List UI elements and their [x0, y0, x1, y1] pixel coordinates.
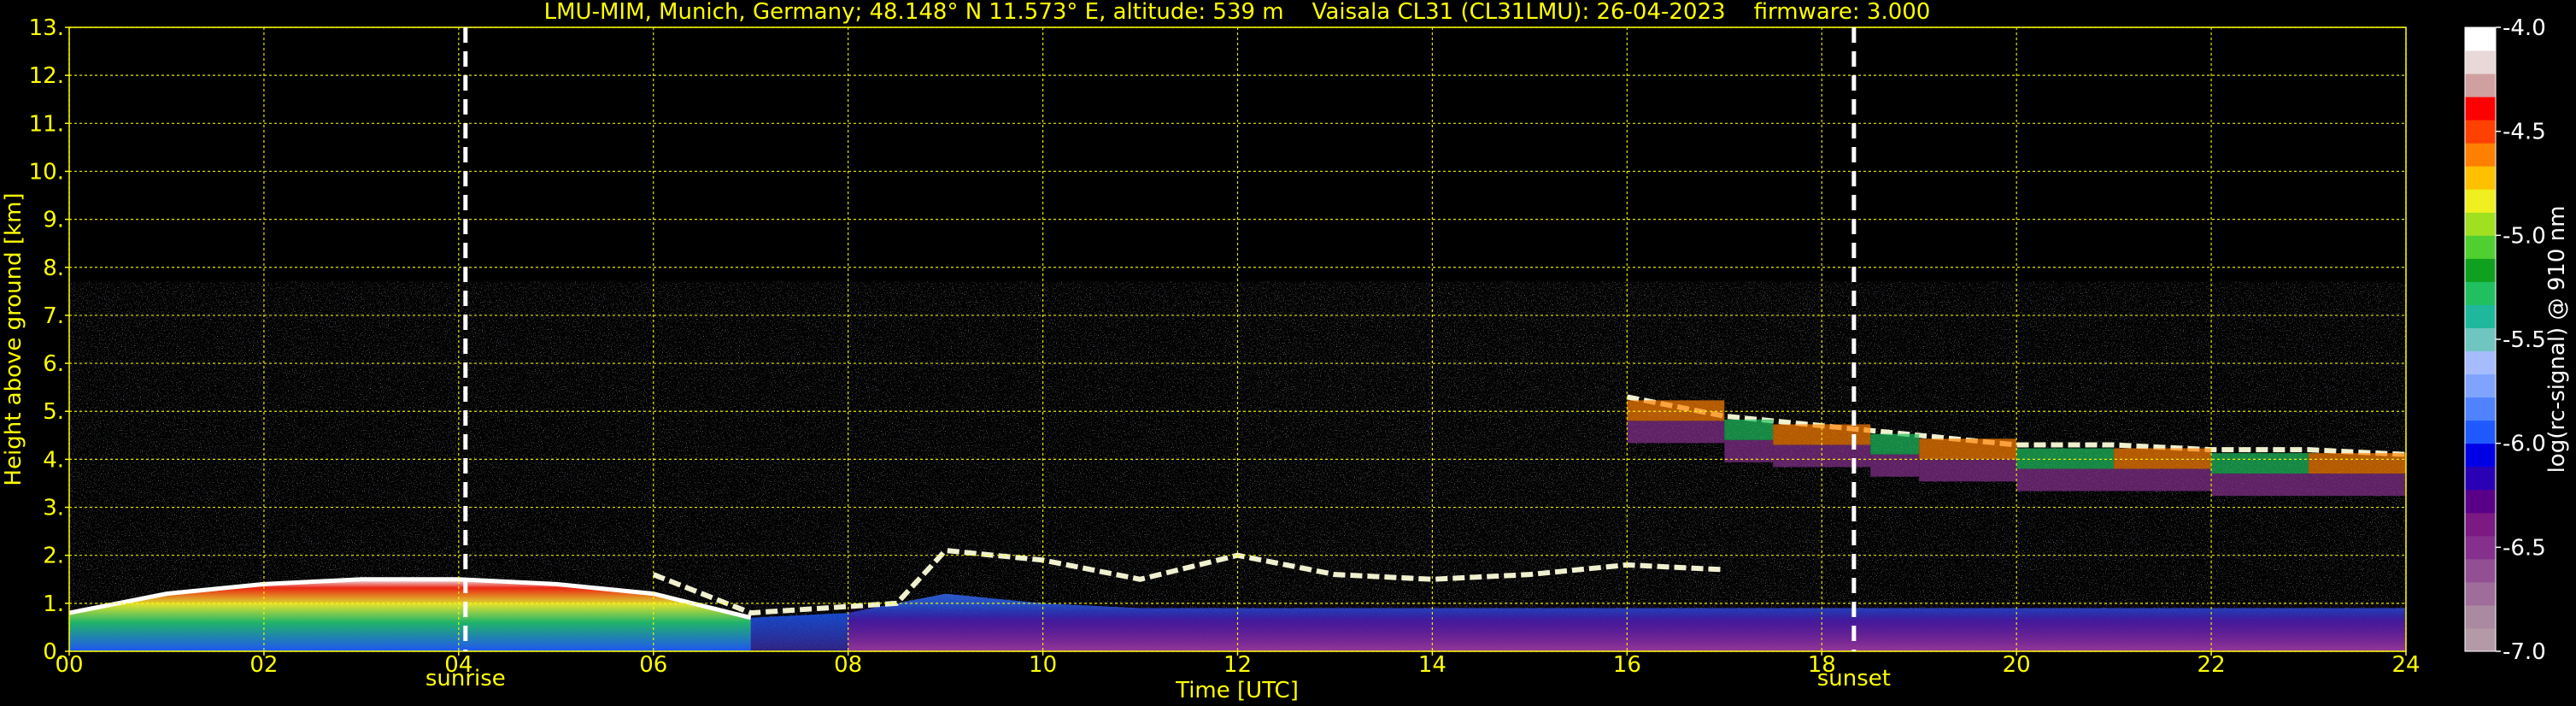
- y-tick-label: 2.: [43, 544, 64, 569]
- fallstreak: [2114, 448, 2212, 469]
- colorbar-swatch: [2465, 512, 2496, 537]
- colorbar-swatch: [2465, 466, 2496, 491]
- fallstreak: [2309, 453, 2406, 474]
- fallstreak: [1724, 419, 1774, 440]
- colorbar-swatch: [2465, 166, 2496, 190]
- colorbar-swatch: [2465, 281, 2496, 305]
- colorbar-tick-label: -4.5: [2503, 120, 2546, 145]
- y-tick-label: 3.: [43, 496, 64, 521]
- fallstreak-base: [2114, 468, 2212, 491]
- colorbar-swatch: [2465, 74, 2496, 97]
- y-tick-label: 9.: [43, 208, 64, 233]
- colorbar-swatch: [2465, 304, 2496, 328]
- colorbar-swatch: [2465, 443, 2496, 468]
- colorbar-label: log(rc-signal) @ 910 nm: [2544, 206, 2570, 474]
- event-label-sunset: sunset: [1817, 666, 1891, 691]
- colorbar-swatch: [2465, 120, 2496, 144]
- colorbar-swatch: [2465, 535, 2496, 560]
- colorbar-swatch: [2465, 350, 2496, 375]
- colorbar-swatch: [2465, 581, 2496, 606]
- y-tick-label: 11.: [29, 111, 64, 137]
- colorbar-swatch: [2465, 235, 2496, 259]
- y-axis-label: Height above ground [km]: [1, 192, 26, 485]
- colorbar-tick-label: -6.0: [2503, 432, 2546, 457]
- fallstreak: [1870, 433, 1920, 455]
- colorbar-swatch: [2465, 627, 2496, 652]
- fallstreak: [1919, 438, 2017, 460]
- x-tick-label: 12: [1223, 652, 1252, 678]
- y-tick-label: 1.: [43, 591, 64, 617]
- colorbar-swatch: [2465, 397, 2496, 421]
- fallstreak: [2211, 453, 2309, 474]
- y-tick-label: 10.: [29, 159, 64, 185]
- x-tick-label: 06: [639, 652, 667, 678]
- colorbar-tick-label: -6.5: [2503, 535, 2546, 561]
- colorbar-tick-label: -5.0: [2503, 223, 2546, 249]
- x-tick-label: 14: [1418, 652, 1446, 678]
- fallstreak-base: [1627, 421, 1725, 444]
- colorbar-swatch: [2465, 489, 2496, 514]
- y-tick-label: 0.: [43, 639, 64, 665]
- x-axis-label: Time [UTC]: [1175, 678, 1299, 703]
- y-tick-label: 13.: [29, 15, 64, 41]
- colorbar: -4.0 -4.5 -5.0 -5.5 -6.0 -6.5 -7.0: [2464, 15, 2546, 665]
- x-tick-label: 16: [1613, 652, 1641, 678]
- ceilometer-figure: 00 02 04 06 08 10 12 14 16 18 20 22 240.1.2.3.4.5.6.…: [1, 0, 2570, 703]
- colorbar-swatch: [2465, 374, 2496, 398]
- y-tick-label: 12.: [29, 63, 64, 89]
- fallstreak-base: [2211, 474, 2309, 497]
- x-tick-label: 10: [1029, 652, 1057, 678]
- fallstreak-base: [1919, 459, 2017, 482]
- x-tick-label: 22: [2198, 652, 2226, 678]
- fallstreak: [2016, 448, 2115, 469]
- colorbar-swatch: [2465, 143, 2496, 167]
- x-tick-label: 08: [834, 652, 862, 678]
- y-tick-label: 4.: [43, 447, 64, 473]
- y-tick-label: 6.: [43, 351, 64, 377]
- colorbar-swatch: [2465, 420, 2496, 444]
- y-tick-label: 5.: [43, 399, 64, 425]
- y-tick-label: 7.: [43, 303, 64, 329]
- colorbar-swatch: [2465, 327, 2496, 352]
- colorbar-swatch: [2465, 604, 2496, 629]
- colorbar-swatch: [2465, 212, 2496, 236]
- colorbar-swatch: [2465, 50, 2496, 74]
- chart-title: LMU-MIM, Munich, Germany; 48.148° N 11.5…: [544, 0, 1931, 25]
- colorbar-swatch: [2465, 258, 2496, 282]
- colorbar-swatch: [2465, 97, 2496, 121]
- noise-field-warm: [1237, 281, 1822, 651]
- x-tick-label: 20: [2003, 652, 2031, 678]
- colorbar-tick-label: -4.0: [2503, 15, 2546, 41]
- fallstreak-base: [1870, 454, 1920, 477]
- x-tick-label: 02: [249, 652, 278, 678]
- colorbar-swatch: [2465, 189, 2496, 213]
- colorbar-swatch: [2465, 27, 2496, 51]
- fallstreak-base: [2309, 474, 2406, 497]
- colorbar-swatch: [2465, 558, 2496, 583]
- event-label-sunrise: sunrise: [425, 666, 506, 691]
- fallstreak: [1627, 400, 1725, 421]
- x-tick-label: 24: [2391, 652, 2420, 678]
- y-tick-label: 8.: [43, 256, 64, 281]
- fallstreak-base: [2016, 468, 2115, 491]
- colorbar-tick-label: -5.5: [2503, 327, 2546, 353]
- colorbar-tick-label: -7.0: [2503, 639, 2546, 665]
